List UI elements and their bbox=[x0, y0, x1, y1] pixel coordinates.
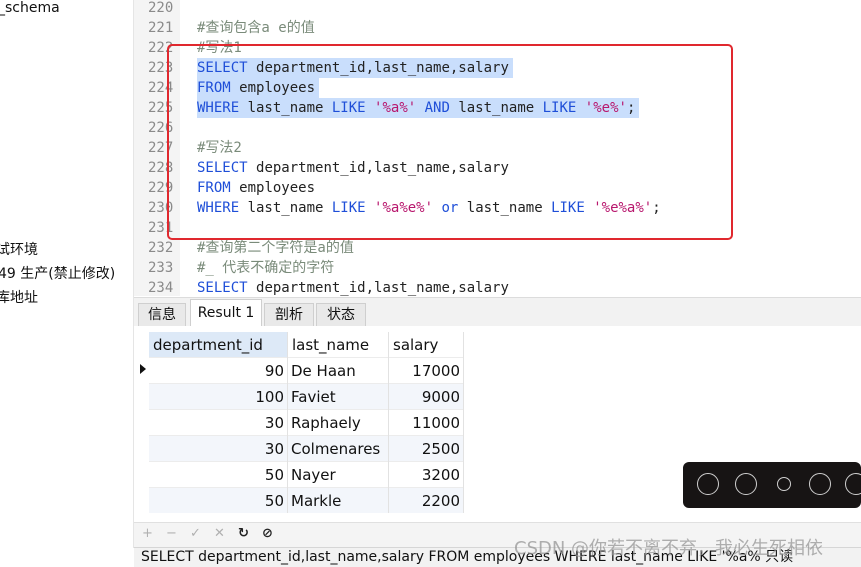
column-header-salary[interactable]: salary bbox=[388, 332, 464, 358]
table-row[interactable]: 50 Nayer 3200 bbox=[149, 461, 464, 488]
tab-info[interactable]: 信息 bbox=[138, 303, 186, 327]
code-line[interactable]: 221 #查询包含a e的值 bbox=[134, 18, 861, 38]
cell-department-id[interactable]: 90 bbox=[149, 357, 288, 384]
code-token: #查询包含a e的值 bbox=[197, 20, 315, 36]
table-row[interactable]: 30 Colmenares 2500 bbox=[149, 435, 464, 462]
code-token: department_id,last_name,salary bbox=[256, 280, 509, 296]
line-number: 232 bbox=[148, 240, 174, 256]
cell-last-name[interactable]: De Haan bbox=[287, 357, 389, 384]
code-line[interactable]: 232 #查询第二个字符是a的值 bbox=[134, 238, 861, 258]
current-row-marker-icon bbox=[140, 364, 146, 374]
column-header-last-name[interactable]: last_name bbox=[287, 332, 389, 358]
circle-glyph-icon bbox=[845, 473, 861, 495]
result-tab-bar: 信息 Result 1 剖析 状态 bbox=[134, 297, 861, 328]
circle-glyph-icon bbox=[777, 477, 791, 491]
code-token: #查询第二个字符是a的值 bbox=[197, 240, 354, 256]
refresh-icon[interactable]: ↻ bbox=[238, 526, 249, 542]
add-row-icon[interactable]: + bbox=[142, 526, 153, 542]
code-line[interactable]: 220 bbox=[134, 0, 861, 18]
tab-result-1[interactable]: Result 1 bbox=[190, 299, 262, 327]
code-text[interactable]: SELECT department_id,last_name,salary bbox=[197, 278, 509, 296]
object-tree-sidebar: _schema 试环境 49 生产(禁止修改) 库地址 bbox=[0, 0, 134, 548]
code-token: SELECT bbox=[197, 280, 257, 296]
cell-department-id[interactable]: 30 bbox=[149, 409, 288, 436]
circle-glyph-icon bbox=[697, 473, 719, 495]
delete-row-icon[interactable]: − bbox=[166, 526, 177, 542]
watermark: CSDN @你若不离不弃，我必生死相依 bbox=[514, 538, 824, 559]
cell-salary[interactable]: 2500 bbox=[388, 435, 464, 462]
cell-department-id[interactable]: 50 bbox=[149, 487, 288, 513]
code-line[interactable]: 233 #_ 代表不确定的字符 bbox=[134, 258, 861, 278]
circle-glyph-icon bbox=[735, 473, 757, 495]
tab-status[interactable]: 状态 bbox=[316, 303, 366, 327]
tree-item-schema[interactable]: _schema bbox=[0, 0, 60, 16]
result-grid[interactable]: department_id last_name salary 90 De Haan… bbox=[149, 332, 464, 513]
cell-salary[interactable]: 17000 bbox=[388, 357, 464, 384]
table-row[interactable]: 30 Raphaely 11000 bbox=[149, 409, 464, 436]
highlight-annotation-box bbox=[167, 44, 733, 240]
table-row[interactable]: 90 De Haan 17000 bbox=[149, 357, 464, 384]
cell-last-name[interactable]: Nayer bbox=[287, 461, 389, 488]
embedded-image bbox=[683, 462, 861, 508]
cell-last-name[interactable]: Raphaely bbox=[287, 409, 389, 436]
cell-department-id[interactable]: 50 bbox=[149, 461, 288, 488]
line-number: 221 bbox=[148, 20, 174, 36]
stop-icon[interactable]: ⊘ bbox=[262, 526, 273, 542]
table-row[interactable]: 50 Markle 2200 bbox=[149, 487, 464, 513]
circle-glyph-icon bbox=[809, 473, 831, 495]
cell-salary[interactable]: 11000 bbox=[388, 409, 464, 436]
cell-salary[interactable]: 3200 bbox=[388, 461, 464, 488]
code-text[interactable]: #查询第二个字符是a的值 bbox=[197, 238, 354, 258]
code-line[interactable]: 234 SELECT department_id,last_name,salary bbox=[134, 278, 861, 296]
cell-last-name[interactable]: Markle bbox=[287, 487, 389, 513]
tree-item-production[interactable]: 49 生产(禁止修改) bbox=[0, 263, 115, 283]
tree-item-test-env[interactable]: 试环境 bbox=[0, 239, 38, 259]
code-text[interactable]: #_ 代表不确定的字符 bbox=[197, 258, 334, 278]
tree-item-address[interactable]: 库地址 bbox=[0, 287, 38, 307]
cell-department-id[interactable]: 30 bbox=[149, 435, 288, 462]
table-row[interactable]: 100 Faviet 9000 bbox=[149, 383, 464, 410]
code-token: #_ 代表不确定的字符 bbox=[197, 260, 335, 276]
cell-last-name[interactable]: Faviet bbox=[287, 383, 389, 410]
cell-salary[interactable]: 2200 bbox=[388, 487, 464, 513]
line-number: 234 bbox=[148, 280, 174, 296]
cell-department-id[interactable]: 100 bbox=[149, 383, 288, 410]
discard-icon[interactable]: ✕ bbox=[214, 526, 225, 542]
apply-icon[interactable]: ✓ bbox=[190, 526, 201, 542]
line-number: 233 bbox=[148, 260, 174, 276]
column-header-department-id[interactable]: department_id bbox=[149, 332, 288, 358]
cell-last-name[interactable]: Colmenares bbox=[287, 435, 389, 462]
line-number: 220 bbox=[148, 0, 174, 16]
code-text[interactable]: #查询包含a e的值 bbox=[197, 18, 315, 38]
cell-salary[interactable]: 9000 bbox=[388, 383, 464, 410]
tab-profile[interactable]: 剖析 bbox=[264, 303, 314, 327]
